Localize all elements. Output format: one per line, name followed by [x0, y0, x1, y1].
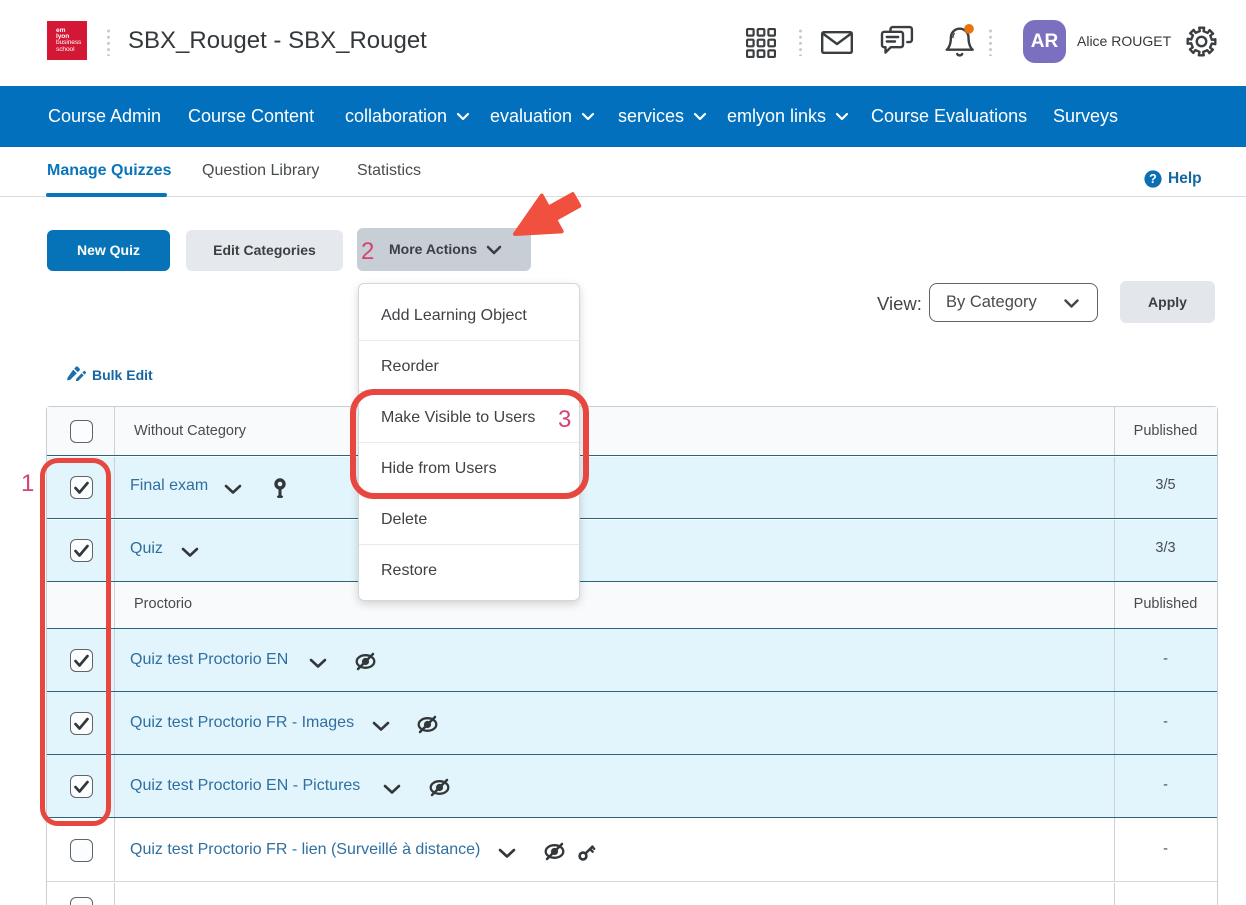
svg-text:?: ?	[1149, 172, 1157, 186]
